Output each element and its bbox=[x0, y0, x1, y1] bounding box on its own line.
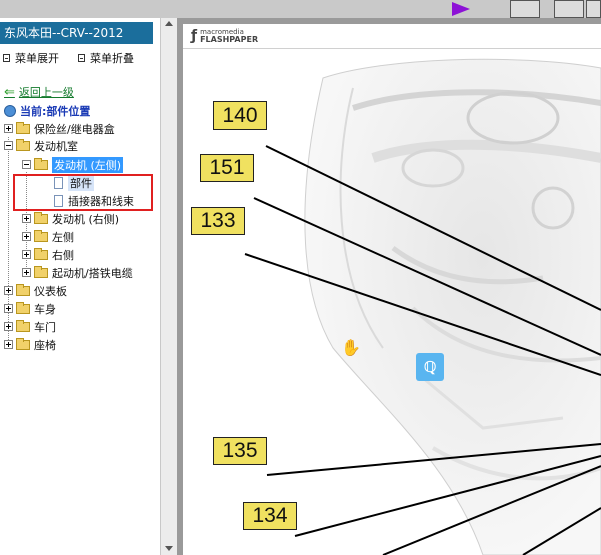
expand-toggle[interactable] bbox=[22, 268, 31, 277]
scroll-up-arrow-icon[interactable] bbox=[165, 21, 173, 26]
expand-toggle[interactable] bbox=[4, 286, 13, 295]
expand-toggle[interactable] bbox=[4, 124, 13, 133]
back-link[interactable]: ⇐ 返回上一级 bbox=[4, 84, 74, 100]
sidebar-title: 东风本田--CRV--2012 bbox=[0, 22, 153, 44]
folder-icon bbox=[34, 265, 48, 278]
tree-item-right-side[interactable]: 右侧 bbox=[22, 246, 74, 263]
tree-item-doors[interactable]: 车门 bbox=[4, 318, 56, 335]
zoom-tool-icon[interactable]: ℚ bbox=[416, 353, 444, 381]
tree-item-fuse-box[interactable]: 保险丝/继电器盒 bbox=[4, 120, 115, 137]
callout-label: 135 bbox=[213, 437, 267, 465]
collapse-toggle[interactable] bbox=[4, 141, 13, 150]
collapse-toggle[interactable] bbox=[22, 160, 31, 169]
tree-item-starter-ground[interactable]: 起动机/搭铁电缆 bbox=[22, 264, 133, 281]
tree-item-engine-room[interactable]: 发动机室 bbox=[4, 137, 78, 154]
folder-open-icon bbox=[34, 157, 48, 170]
callout-label: 151 bbox=[200, 154, 254, 182]
expand-toggle[interactable] bbox=[4, 322, 13, 331]
selection-highlight-box bbox=[13, 174, 153, 211]
globe-icon bbox=[4, 105, 16, 117]
flashpaper-logo-icon: ƒ bbox=[191, 28, 198, 44]
folder-icon bbox=[16, 337, 30, 350]
expand-toggle[interactable] bbox=[4, 304, 13, 313]
tree-item-left-side[interactable]: 左侧 bbox=[22, 228, 74, 245]
folder-icon bbox=[34, 247, 48, 260]
sidebar: 东风本田--CRV--2012 菜单展开 菜单折叠 ⇐ 返回上一级 当前:部件位… bbox=[0, 18, 160, 555]
expand-icon bbox=[3, 54, 10, 62]
folder-icon bbox=[16, 283, 30, 296]
viewer-header: ƒ macromedia FLASHPAPER bbox=[183, 24, 601, 49]
sidebar-scrollbar[interactable] bbox=[160, 18, 177, 555]
tree-item-seats[interactable]: 座椅 bbox=[4, 336, 56, 353]
expand-toggle[interactable] bbox=[22, 232, 31, 241]
folder-icon bbox=[16, 301, 30, 314]
scroll-down-arrow-icon[interactable] bbox=[165, 546, 173, 551]
top-toolbar bbox=[0, 0, 601, 18]
menu-expand-button[interactable]: 菜单展开 bbox=[3, 50, 59, 66]
folder-icon bbox=[16, 319, 30, 332]
play-icon[interactable] bbox=[452, 2, 470, 16]
callout-label: 133 bbox=[191, 207, 245, 235]
folder-icon bbox=[34, 229, 48, 242]
folder-icon bbox=[34, 211, 48, 224]
folder-open-icon bbox=[16, 138, 30, 151]
document-viewer[interactable]: ƒ macromedia FLASHPAPER 140 151 133 135 … bbox=[183, 24, 601, 555]
back-arrow-icon: ⇐ bbox=[4, 84, 15, 100]
expand-toggle[interactable] bbox=[4, 340, 13, 349]
page-button[interactable] bbox=[586, 0, 601, 18]
expand-toggle[interactable] bbox=[22, 214, 31, 223]
tree-item-dashboard[interactable]: 仪表板 bbox=[4, 282, 67, 299]
fit-page-button[interactable] bbox=[510, 0, 540, 18]
folder-icon bbox=[16, 121, 30, 134]
tree-item-body[interactable]: 车身 bbox=[4, 300, 56, 317]
callout-label: 134 bbox=[243, 502, 297, 530]
collapse-icon bbox=[78, 54, 85, 62]
tree-item-engine-left[interactable]: 发动机 (左侧) bbox=[22, 156, 124, 173]
menu-collapse-button[interactable]: 菜单折叠 bbox=[78, 50, 134, 66]
expand-toggle[interactable] bbox=[22, 250, 31, 259]
current-location: 当前:部件位置 bbox=[4, 103, 90, 119]
flashpaper-logo: ƒ macromedia FLASHPAPER bbox=[191, 28, 259, 44]
tree-item-engine-right[interactable]: 发动机 (右侧) bbox=[22, 210, 119, 227]
fit-width-button[interactable] bbox=[554, 0, 584, 18]
hand-cursor-icon: ✋ bbox=[341, 338, 361, 357]
callout-label: 140 bbox=[213, 101, 267, 130]
